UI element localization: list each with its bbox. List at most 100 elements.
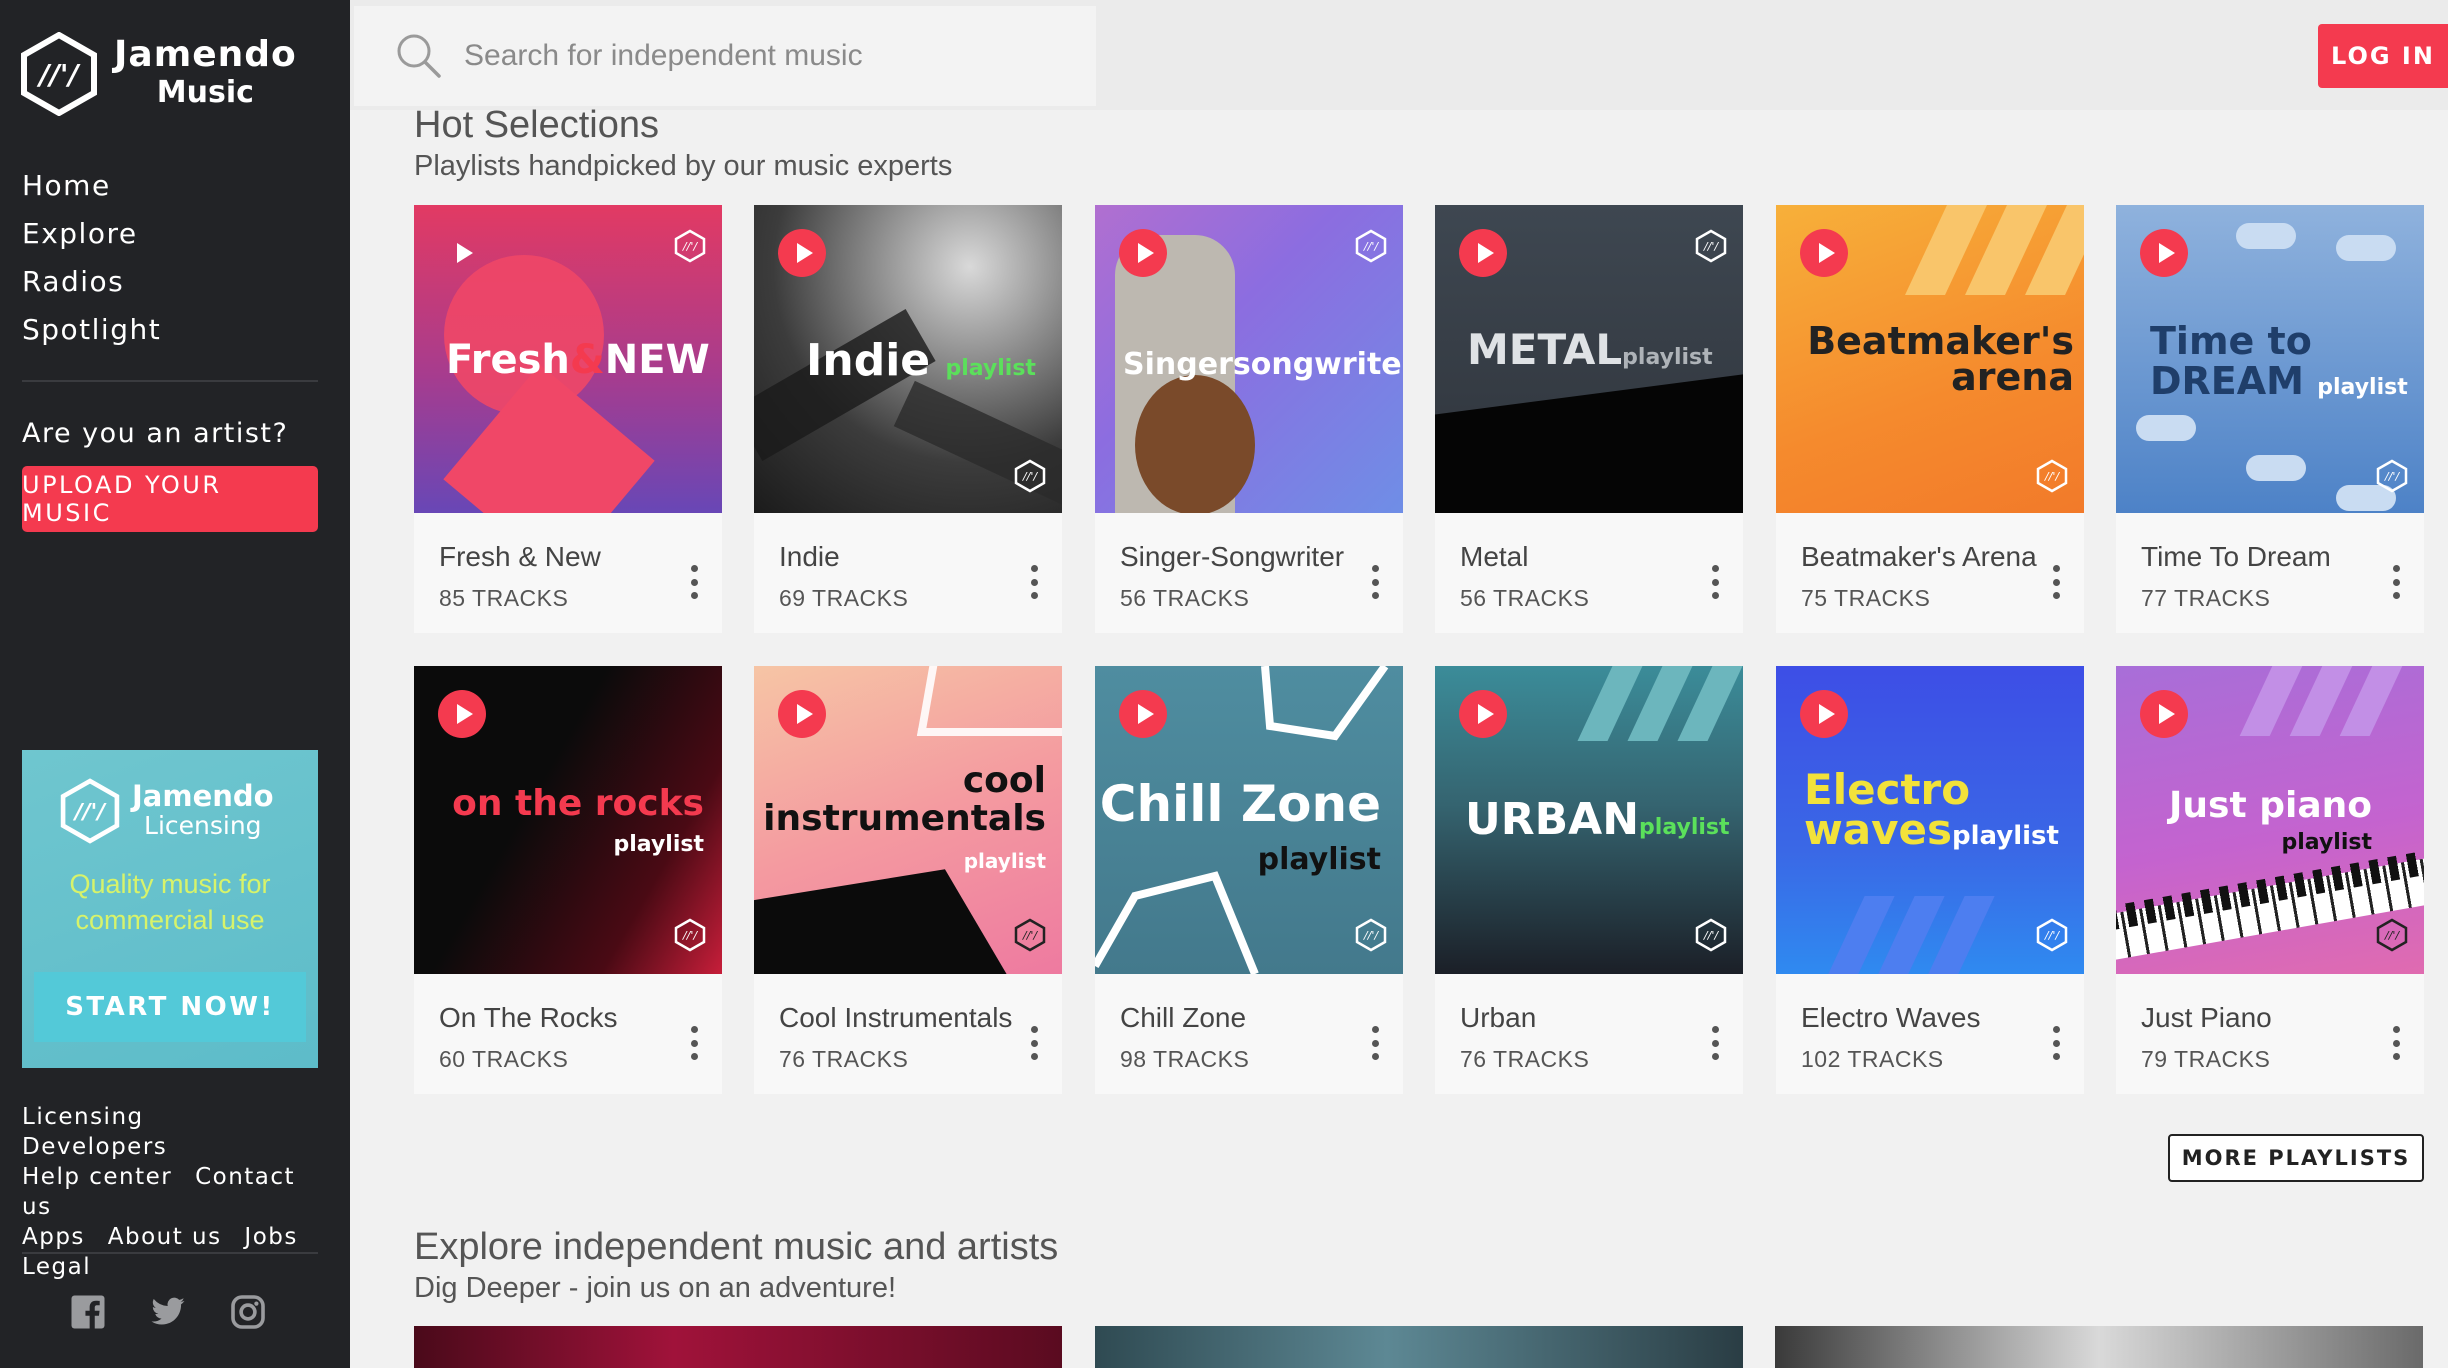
playlist-cover[interactable]: //'/ Time to DREAM playlist [2116,205,2424,513]
track-count: 77 TRACKS [2141,585,2271,611]
explore-card-image[interactable] [1775,1326,2423,1368]
nav-explore[interactable]: Explore [22,210,161,258]
playlist-card[interactable]: //'/ Indie playlist Indie 69 TRACKS [754,205,1062,633]
nav-spotlight[interactable]: Spotlight [22,306,161,354]
playlist-cover[interactable]: //'/ cool instrumentals playlist [754,666,1062,974]
play-icon[interactable] [1119,690,1167,738]
more-options-icon[interactable] [1711,565,1719,599]
instagram-icon[interactable] [230,1294,266,1330]
cover-title: Beatmaker's [1807,319,2074,363]
playlist-name[interactable]: Time To Dream [2141,541,2331,573]
track-count: 79 TRACKS [2141,1046,2271,1072]
footer-link-about[interactable]: About us [108,1224,222,1250]
play-icon[interactable] [2140,690,2188,738]
cover-title: on the rocks [452,783,704,824]
playlist-name[interactable]: Metal [1460,541,1589,573]
footer-link-apps[interactable]: Apps [22,1224,85,1250]
playlist-card[interactable]: //'/ Chill Zone playlist Chill Zone 98 TRA… [1095,666,1403,1094]
playlist-card[interactable]: //'/ METALplaylist Metal 56 TRACKS [1435,205,1743,633]
playlist-cover[interactable]: //'/ Electro wavesplaylist [1776,666,2084,974]
search-input[interactable] [464,39,1064,73]
playlist-name[interactable]: Beatmaker's Arena [1801,541,2037,573]
play-icon[interactable] [2140,229,2188,277]
play-icon[interactable] [438,229,486,277]
playlist-name[interactable]: Fresh & New [439,541,601,573]
play-icon[interactable] [1800,690,1848,738]
playlist-cover[interactable]: //'/ Fresh&NEW [414,205,722,513]
more-options-icon[interactable] [1711,1026,1719,1060]
nav-radios[interactable]: Radios [22,258,161,306]
jamendo-badge-icon: //'/ [674,918,706,952]
brand-logo[interactable]: //'/ Jamendo Music [20,32,297,116]
more-options-icon[interactable] [1371,1026,1379,1060]
playlist-name[interactable]: Just Piano [2141,1002,2272,1034]
more-options-icon[interactable] [2392,1026,2400,1060]
jamendo-badge-icon: //'/ [2376,918,2408,952]
playlist-card[interactable]: //'/ Beatmaker's arena Beatmaker's Arena 7… [1776,205,2084,633]
playlist-name[interactable]: Electro Waves [1801,1002,1980,1034]
cover-title-b: instrumentals [763,798,1046,839]
playlist-cover[interactable]: //'/ Chill Zone playlist [1095,666,1403,974]
more-options-icon[interactable] [2392,565,2400,599]
playlist-cover[interactable]: //'/ Just piano playlist [2116,666,2424,974]
play-icon[interactable] [1459,690,1507,738]
explore-card-image[interactable] [1095,1326,1743,1368]
playlist-card[interactable]: //'/ Just piano playlist Just Piano 79 TRA… [2116,666,2424,1094]
play-icon[interactable] [1800,229,1848,277]
more-options-icon[interactable] [690,565,698,599]
playlist-name[interactable]: On The Rocks [439,1002,617,1034]
jamendo-logo-icon: //'/ [21,32,97,116]
play-icon[interactable] [778,229,826,277]
playlist-card[interactable]: //'/ Electro wavesplaylist Electro Waves 1… [1776,666,2084,1094]
playlist-card[interactable]: //'/ URBANplaylist Urban 76 TRACKS [1435,666,1743,1094]
footer-link-developers[interactable]: Developers [22,1134,167,1160]
footer-link-jobs[interactable]: Jobs [244,1224,297,1250]
search-bar[interactable] [354,6,1096,106]
facebook-icon[interactable] [70,1294,106,1330]
twitter-icon[interactable] [150,1294,186,1330]
playlist-card[interactable]: //'/ Fresh&NEW Fresh & New 85 TRACKS [414,205,722,633]
track-count: 69 TRACKS [779,585,909,611]
more-playlists-button[interactable]: MORE PLAYLISTS [2168,1134,2424,1182]
footer-link-licensing[interactable]: Licensing [22,1104,144,1130]
cover-title: cool [962,760,1046,801]
footer-link-legal[interactable]: Legal [22,1254,91,1280]
more-options-icon[interactable] [1371,565,1379,599]
footer-link-help-center[interactable]: Help center [22,1164,172,1190]
playlist-name[interactable]: Urban [1460,1002,1589,1034]
more-options-icon[interactable] [1030,565,1038,599]
play-icon[interactable] [438,690,486,738]
play-icon[interactable] [1459,229,1507,277]
more-options-icon[interactable] [2052,565,2060,599]
more-options-icon[interactable] [690,1026,698,1060]
licensing-promo[interactable]: //'/ Jamendo Licensing Quality music for… [22,750,318,1068]
playlist-name[interactable]: Cool Instrumentals [779,1002,1012,1034]
playlist-cover[interactable]: //'/ on the rocks playlist [414,666,722,974]
playlist-card[interactable]: //'/ Time to DREAM playlist Time To Dream… [2116,205,2424,633]
more-options-icon[interactable] [1030,1026,1038,1060]
explore-card-image[interactable] [414,1326,1062,1368]
upload-music-button[interactable]: UPLOAD YOUR MUSIC [22,466,318,532]
cover-subtitle: playlist [1622,345,1713,370]
cover-title: METAL [1467,325,1623,374]
playlist-cover[interactable]: //'/ URBANplaylist [1435,666,1743,974]
playlist-cover[interactable]: //'/ METALplaylist [1435,205,1743,513]
cover-subtitle: playlist [2281,830,2373,855]
play-icon[interactable] [1119,229,1167,277]
playlist-cover[interactable]: //'/ Singersongwriter [1095,205,1403,513]
playlist-cover[interactable]: //'/ Beatmaker's arena [1776,205,2084,513]
playlist-card[interactable]: //'/ on the rocks playlist On The Rocks 60… [414,666,722,1094]
more-options-icon[interactable] [2052,1026,2060,1060]
playlist-name[interactable]: Chill Zone [1120,1002,1249,1034]
playlist-card[interactable]: //'/ Singersongwriter Singer-Songwriter 5… [1095,205,1403,633]
playlist-name[interactable]: Singer-Songwriter [1120,541,1344,573]
nav-home[interactable]: Home [22,162,161,210]
playlist-card[interactable]: //'/ cool instrumentals playlist Cool Inst… [754,666,1062,1094]
svg-text://'/: //'/ [682,240,698,253]
start-now-button[interactable]: START NOW! [34,972,306,1042]
play-icon[interactable] [778,690,826,738]
playlist-cover[interactable]: //'/ Indie playlist [754,205,1062,513]
login-button[interactable]: LOG IN [2318,24,2448,88]
playlist-name[interactable]: Indie [779,541,908,573]
jamendo-badge-icon: //'/ [1014,459,1046,493]
